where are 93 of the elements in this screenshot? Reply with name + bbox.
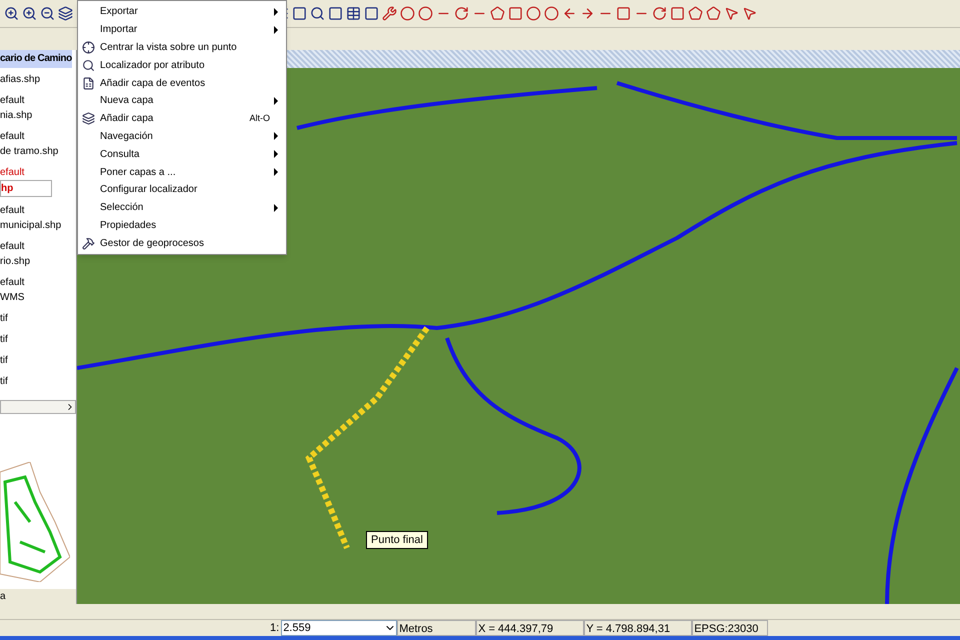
menu-item-icon [82,76,95,90]
shortcut-label: Alt-O [249,112,271,125]
layer-label[interactable]: de tramo.shp [0,144,58,159]
layer-label[interactable]: efault [0,239,24,254]
horizontal-scrollbar[interactable] [0,400,76,414]
toolbar-tool-icon[interactable] [652,6,667,21]
submenu-arrow-icon [274,96,278,105]
scale-value: 2.559 [283,620,311,636]
layer-label[interactable]: WMS [0,290,24,305]
submenu-arrow-icon [274,26,278,34]
menu-item-icon [82,40,95,54]
map-tooltip: Punto final [366,530,428,550]
menu-item[interactable]: Gestor de geoprocesos [78,234,286,252]
toolbar-tool-icon[interactable] [346,6,361,21]
menu-item-label: Exportar [100,5,139,20]
menu-item-label: Poner capas a ... [100,166,177,180]
layer-label[interactable]: tif [0,311,8,326]
menu-item[interactable]: Navegación [78,128,286,146]
menu-item[interactable]: Centrar la vista sobre un punto [78,38,286,56]
menu-item-icon [82,58,95,72]
toolbar-tool-icon[interactable] [40,6,55,21]
toolbar-tool-icon[interactable] [724,6,739,21]
menu-item-label: Nueva capa [100,94,154,108]
menu-item[interactable]: Añadir capa Alt-O [78,110,286,128]
toolbar-tool-icon[interactable] [508,6,523,21]
menu-item[interactable]: Añadir capa de eventos [78,74,286,92]
toolbar-tool-icon[interactable] [562,6,577,21]
layer-label[interactable]: hp [0,180,52,197]
units-field: Metros [397,620,476,636]
menu-item-label: Configurar localizador [100,183,198,198]
x-coordinate: X = 444.397,79 [476,620,584,636]
menu-item[interactable]: Poner capas a ... [78,163,286,181]
menu-item-icon [82,112,95,126]
menu-item-label: Añadir capa [100,112,154,126]
toolbar-tool-icon[interactable] [382,6,397,21]
scale-combo[interactable]: 2.559 [281,620,398,636]
toolbar-tool-icon[interactable] [616,6,631,21]
menu-item[interactable]: Nueva capa [78,92,286,110]
menu-item[interactable]: Propiedades [78,216,286,234]
layer-label[interactable]: efault [0,275,24,290]
toolbar-tool-icon[interactable] [544,6,559,21]
toolbar-tool-icon[interactable] [292,6,307,21]
toolbar-tool-icon[interactable] [526,6,541,21]
toolbar-tool-icon[interactable] [4,6,19,21]
toc-title: cario de Camino [0,50,72,68]
toolbar-tool-icon[interactable] [742,6,757,21]
toolbar-tool-icon[interactable] [400,6,415,21]
toolbar-tool-icon[interactable] [418,6,433,21]
toolbar-tool-icon[interactable] [580,6,595,21]
menu-item[interactable]: Exportar [78,3,286,21]
layer-label[interactable]: afias.shp [0,72,40,87]
layer-label[interactable]: tif [0,353,8,368]
layer-label[interactable]: efault [0,129,24,144]
submenu-arrow-icon [274,8,278,16]
submenu-arrow-icon [274,132,278,140]
menu-item-label: Añadir capa de eventos [100,76,206,91]
crs-field: EPSG:23030 [692,620,768,636]
submenu-arrow-icon [274,168,278,176]
layer-label[interactable]: tif [0,374,8,389]
menu-item-label: Navegación [100,130,154,144]
toolbar-tool-icon[interactable] [454,6,469,21]
toolbar-tool-icon[interactable] [328,6,343,21]
menu-item-label: Propiedades [100,218,158,233]
menu-item[interactable]: Selección [78,198,286,217]
toolbar-tool-icon[interactable] [706,6,721,21]
scale-prefix: 1: [270,620,280,636]
menu-item[interactable]: Consulta [78,145,286,164]
toolbar-tool-icon[interactable] [310,6,325,21]
menu-item-label: Selección [100,201,144,216]
footer-label: a [0,589,76,604]
layer-label[interactable]: municipal.shp [0,218,62,233]
layer-label[interactable]: efault [0,93,24,108]
layer-label[interactable]: nia.shp [0,108,32,123]
submenu-arrow-icon [274,150,278,158]
layer-label[interactable]: rio.shp [0,254,30,269]
menu-item-icon [82,236,95,250]
menu-item-label: Gestor de geoprocesos [100,236,205,251]
menu-item-label: Consulta [100,148,140,162]
submenu-arrow-icon [274,204,278,212]
layer-label[interactable]: tif [0,332,8,347]
toolbar-tool-icon[interactable] [670,6,685,21]
toolbar-tool-icon[interactable] [58,6,73,21]
layer-label[interactable]: efault [0,203,24,218]
y-coordinate: Y = 4.798.894,31 [584,620,692,636]
layer-label[interactable]: efault [0,165,24,180]
menu-item[interactable]: Configurar localizador [78,180,286,199]
toolbar-tool-icon[interactable] [688,6,703,21]
toolbar-tool-icon[interactable] [490,6,505,21]
menu-item[interactable]: Importar [78,20,286,39]
toolbar-tool-icon[interactable] [22,6,37,21]
menu-item-label: Centrar la vista sobre un punto [100,40,238,55]
menu-item-label: Importar [100,23,138,38]
toolbar-tool-icon[interactable] [364,6,379,21]
